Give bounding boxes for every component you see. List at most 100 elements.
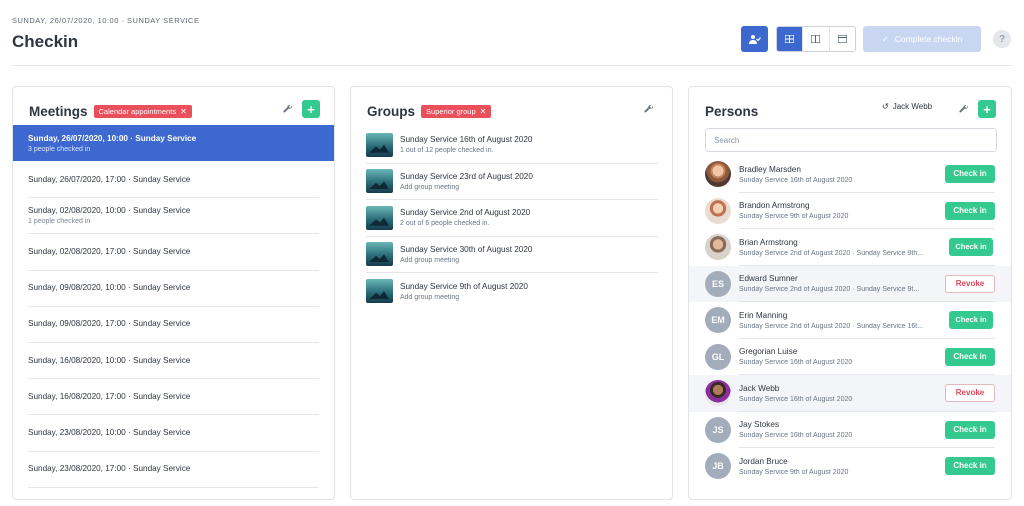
window-view-button[interactable] — [828, 27, 855, 51]
grid-view-button[interactable] — [777, 27, 803, 51]
user-filter-label: Jack Webb — [892, 102, 933, 111]
group-text: Sunday Service 23rd of August 2020 Add gr… — [400, 172, 533, 191]
meeting-row[interactable]: Sunday, 16/08/2020, 10:00 · Sunday Servi… — [13, 342, 334, 380]
groups-list: Sunday Service 16th of August 2020 1 out … — [366, 127, 658, 310]
avatar — [705, 380, 731, 407]
group-row[interactable]: Sunday Service 2nd of August 2020 2 out o… — [366, 200, 658, 237]
columns-view-button[interactable] — [802, 27, 828, 51]
check-icon: ✓ — [881, 33, 889, 44]
meeting-title: Sunday, 09/08/2020, 17:00 · Sunday Servi… — [28, 319, 191, 329]
persons-panel-header: Persons — [705, 102, 758, 120]
group-text: Sunday Service 9th of August 2020 Add gro… — [400, 282, 528, 301]
person-text: Brandon Armstrong Sunday Service 9th of A… — [739, 201, 945, 220]
wrench-icon — [644, 104, 654, 113]
meeting-checkin-count: 1 people checked in — [28, 217, 91, 225]
check-in-button[interactable]: Check in — [945, 165, 995, 184]
revoke-button[interactable]: Revoke — [945, 384, 995, 403]
person-name: Erin Manning — [739, 310, 788, 320]
person-row: EM Erin Manning Sunday Service 2nd of Augu… — [689, 302, 1011, 339]
meeting-title: Sunday, 16/08/2020, 10:00 · Sunday Servi… — [28, 355, 191, 365]
group-row[interactable]: Sunday Service 23rd of August 2020 Add gr… — [366, 164, 658, 200]
meeting-row[interactable]: Sunday, 09/08/2020, 10:00 · Sunday Servi… — [13, 270, 334, 307]
group-thumbnail — [366, 242, 393, 267]
meeting-row[interactable]: Sunday, 16/08/2020, 17:00 · Sunday Servi… — [13, 378, 334, 416]
person-row: Bradley Marsden Sunday Service 16th of Au… — [689, 156, 1011, 193]
add-group-meeting-link[interactable]: Add group meeting — [400, 257, 532, 264]
view-toggle-group — [776, 26, 856, 52]
meeting-title: Sunday, 26/07/2020, 17:00 · Sunday Servi… — [28, 174, 191, 184]
meeting-title: Sunday, 26/07/2020, 10:00 · Sunday Servi… — [28, 133, 197, 143]
groups-settings-button[interactable] — [640, 100, 658, 118]
avatar — [705, 234, 731, 261]
persons-list: Bradley Marsden Sunday Service 16th of Au… — [689, 156, 1011, 485]
meeting-title: Sunday, 23/08/2020, 17:00 · Sunday Servi… — [28, 464, 191, 474]
meeting-eyebrow: SUNDAY, 26/07/2020, 10:00 · SUNDAY SERVI… — [12, 16, 200, 25]
avatar: JS — [705, 416, 731, 443]
meeting-row[interactable]: Sunday, 26/07/2020, 10:00 · Sunday Servi… — [13, 125, 334, 161]
person-name: Jay Stokes — [739, 420, 780, 430]
add-meeting-button[interactable]: + — [302, 100, 320, 118]
add-group-meeting-link[interactable]: Add group meeting — [400, 294, 528, 301]
group-title: Sunday Service 9th of August 2020 — [400, 281, 528, 291]
person-name: Brian Armstrong — [739, 237, 798, 247]
meeting-checkin-count: 3 people checked in — [28, 145, 91, 153]
group-row[interactable]: Sunday Service 30th of August 2020 Add gr… — [366, 237, 658, 273]
person-name: Gregorian Luise — [739, 347, 798, 357]
person-row: JB Jordan Bruce Sunday Service 9th of Augu… — [689, 448, 1011, 485]
window-icon — [837, 35, 847, 43]
meeting-row[interactable]: Sunday, 09/08/2020, 17:00 · Sunday Servi… — [13, 306, 334, 344]
meetings-panel: Meetings Calendar appointments ✕ + Sunda… — [12, 86, 335, 500]
person-text: Jay Stokes Sunday Service 16th of August … — [739, 420, 945, 439]
revoke-button[interactable]: Revoke — [945, 274, 995, 293]
group-title: Sunday Service 23rd of August 2020 — [400, 171, 533, 181]
meeting-title: Sunday, 09/08/2020, 10:00 · Sunday Servi… — [28, 283, 191, 293]
person-row: Brandon Armstrong Sunday Service 9th of A… — [689, 193, 1011, 230]
close-icon[interactable]: ✕ — [180, 107, 187, 116]
check-in-button[interactable]: Check in — [945, 201, 995, 220]
person-name: Bradley Marsden — [739, 164, 801, 174]
check-in-button[interactable]: Check in — [945, 420, 995, 439]
search-input[interactable] — [705, 128, 997, 152]
check-in-button[interactable]: Check in — [949, 311, 993, 330]
persons-settings-button[interactable] — [955, 100, 973, 118]
meeting-row[interactable]: Sunday, 23/08/2020, 17:00 · Sunday Servi… — [13, 451, 334, 488]
close-icon[interactable]: ✕ — [480, 107, 487, 116]
add-group-meeting-link[interactable]: Add group meeting — [400, 184, 533, 191]
avatar: JB — [705, 453, 731, 480]
complete-checkin-label: Complete checkin — [894, 34, 963, 44]
group-thumbnail — [366, 132, 393, 157]
persons-panel: Persons ↺ Jack Webb + Bradley Marsden Sun… — [688, 86, 1012, 500]
grid-icon — [785, 35, 795, 43]
group-title: Sunday Service 16th of August 2020 — [400, 135, 533, 145]
meeting-row[interactable]: Sunday, 26/07/2020, 17:00 · Sunday Servi… — [13, 161, 334, 199]
user-filter-button[interactable]: ↺ Jack Webb — [882, 102, 932, 111]
meeting-row[interactable]: Sunday, 02/08/2020, 17:00 · Sunday Servi… — [13, 233, 334, 271]
person-text: Erin Manning Sunday Service 2nd of August… — [739, 311, 945, 330]
check-in-button[interactable]: Check in — [945, 347, 995, 366]
avatar — [705, 197, 731, 224]
plus-icon: + — [983, 101, 991, 117]
check-in-button[interactable]: Check in — [949, 238, 993, 257]
person-checkin-button[interactable] — [741, 26, 768, 52]
avatar: ES — [705, 270, 731, 297]
calendar-appointments-tag[interactable]: Calendar appointments ✕ — [93, 104, 192, 118]
add-person-button[interactable]: + — [978, 100, 996, 118]
meetings-panel-header: Meetings Calendar appointments ✕ — [29, 102, 192, 120]
person-row: JS Jay Stokes Sunday Service 16th of Augus… — [689, 412, 1011, 449]
person-row: GL Gregorian Luise Sunday Service 16th of … — [689, 339, 1011, 376]
person-row: Jack Webb Sunday Service 16th of August 2… — [689, 375, 1011, 412]
meeting-row[interactable]: Sunday, 02/08/2020, 10:00 · Sunday Servi… — [13, 197, 334, 235]
group-row[interactable]: Sunday Service 16th of August 2020 1 out … — [366, 127, 658, 164]
groups-panel-header: Groups Superior group ✕ — [367, 102, 492, 120]
superior-group-tag[interactable]: Superior group ✕ — [421, 104, 492, 118]
person-meetings: Sunday Service 2nd of August 2020 · Sund… — [739, 249, 924, 257]
meetings-settings-button[interactable] — [279, 100, 297, 118]
avatar: EM — [705, 307, 731, 334]
undo-icon: ↺ — [882, 102, 889, 111]
help-button[interactable]: ? — [993, 30, 1011, 48]
meeting-row[interactable]: Sunday, 23/08/2020, 10:00 · Sunday Servi… — [13, 414, 334, 452]
complete-checkin-button[interactable]: ✓ Complete checkin — [863, 26, 981, 52]
group-checkin-count: 1 out of 12 people checked in. — [400, 147, 494, 155]
check-in-button[interactable]: Check in — [945, 457, 995, 476]
group-row[interactable]: Sunday Service 9th of August 2020 Add gro… — [366, 273, 658, 310]
